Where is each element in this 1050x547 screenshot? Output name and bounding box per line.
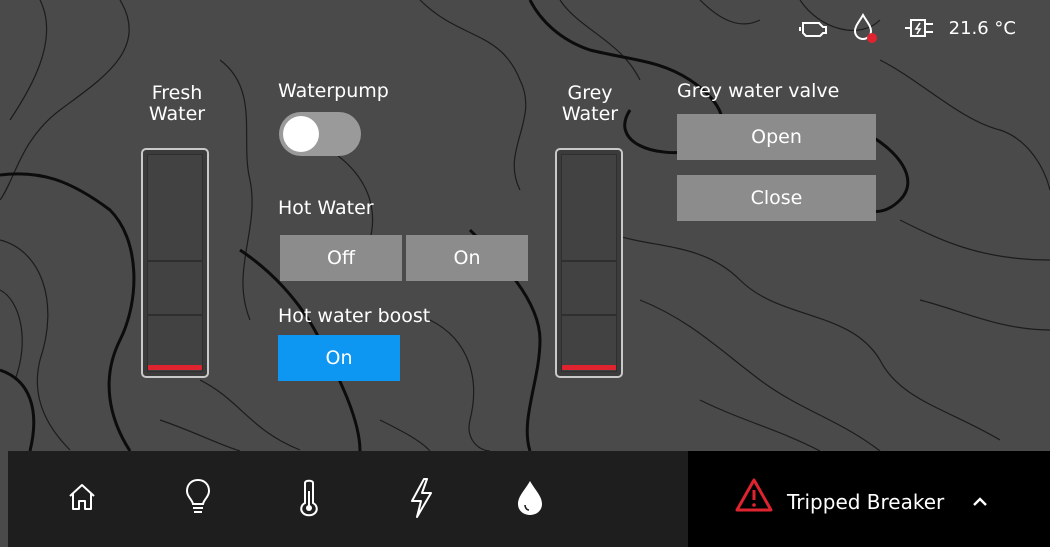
tank-segment	[147, 154, 203, 261]
grey-water-label-line2: Water	[561, 103, 619, 125]
grey-water-label-line1: Grey	[567, 82, 613, 104]
fresh-water-label: Fresh Water	[132, 83, 222, 125]
warning-icon	[734, 477, 774, 517]
alert-bar[interactable]: Tripped Breaker	[688, 451, 1050, 547]
chevron-up-icon[interactable]	[971, 493, 989, 512]
lightbulb-icon[interactable]	[183, 477, 213, 521]
grey-water-tank-gauge	[555, 148, 623, 378]
water-drop-icon[interactable]	[516, 479, 544, 521]
engine-icon	[798, 16, 829, 40]
bottom-navigation	[8, 451, 688, 547]
fresh-water-tank-gauge	[141, 148, 209, 378]
status-bar: 21.6 °C	[798, 10, 1016, 46]
hot-water-off-button[interactable]: Off	[280, 235, 402, 281]
tank-segment	[561, 261, 617, 315]
shore-power-icon	[903, 16, 939, 40]
tank-segment	[147, 261, 203, 315]
tank-segment	[147, 315, 203, 372]
tank-segment	[561, 154, 617, 261]
toggle-knob	[283, 116, 319, 152]
tank-segment	[561, 315, 617, 372]
home-icon[interactable]	[66, 481, 98, 517]
alert-label: Tripped Breaker	[787, 490, 945, 514]
water-drop-alert-icon	[851, 12, 881, 44]
hot-water-boost-on-button[interactable]: On	[278, 335, 400, 381]
grey-water-valve-close-button[interactable]: Close	[677, 175, 876, 221]
fresh-water-label-line1: Fresh	[151, 82, 203, 104]
lightning-icon[interactable]	[408, 477, 434, 523]
thermometer-icon[interactable]	[298, 477, 320, 523]
hot-water-label: Hot Water	[278, 197, 374, 219]
hot-water-on-button[interactable]: On	[406, 235, 528, 281]
grey-water-valve-label: Grey water valve	[677, 80, 840, 102]
grey-water-label: Grey Water	[545, 83, 635, 125]
fresh-water-label-line2: Water	[148, 103, 206, 125]
temperature-readout: 21.6 °C	[948, 17, 1016, 39]
waterpump-toggle[interactable]	[279, 112, 361, 156]
hot-water-boost-label: Hot water boost	[278, 305, 431, 327]
grey-water-valve-open-button[interactable]: Open	[677, 114, 876, 160]
fresh-water-level-indicator	[148, 365, 202, 370]
waterpump-label: Waterpump	[278, 80, 389, 102]
grey-water-level-indicator	[562, 365, 616, 370]
